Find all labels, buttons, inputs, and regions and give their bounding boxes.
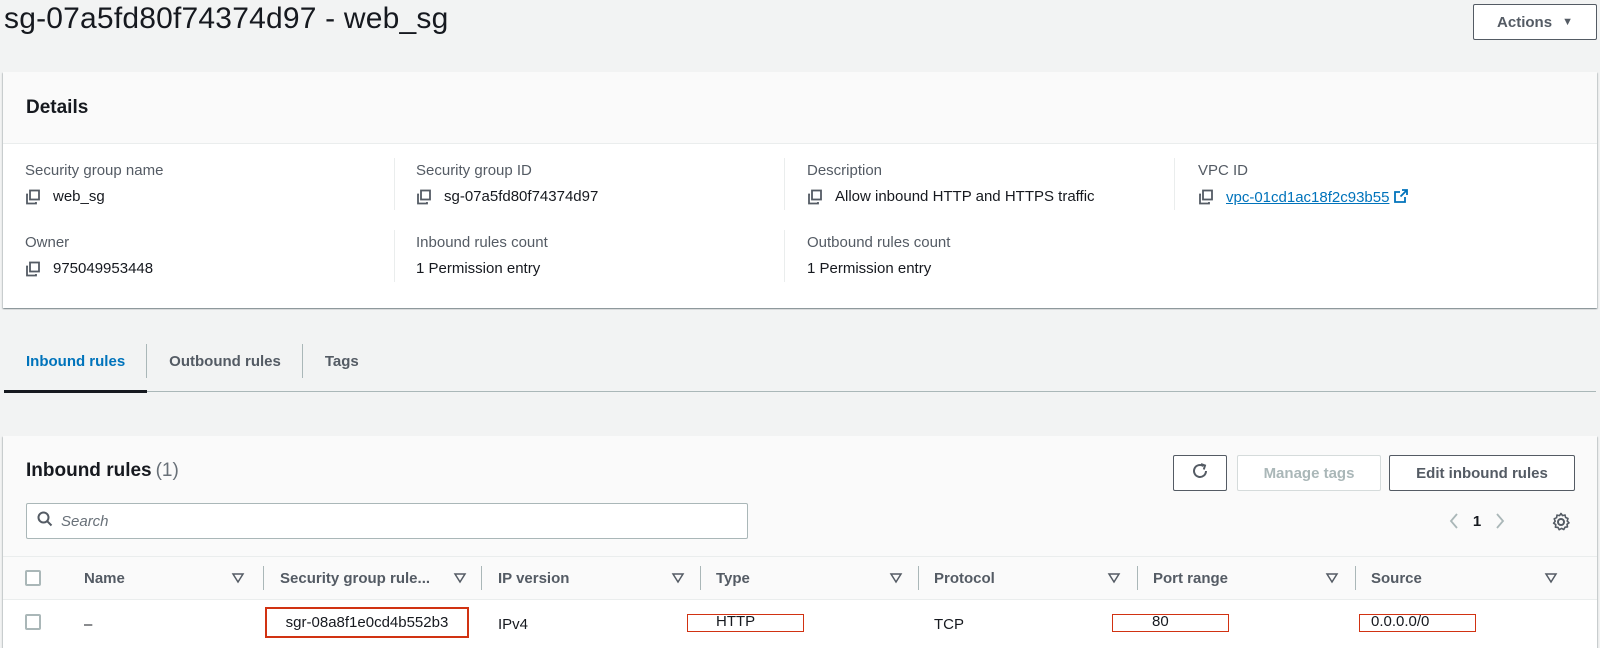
column-header-source[interactable]: Source bbox=[1371, 557, 1422, 599]
copy-icon[interactable] bbox=[25, 189, 41, 205]
search-icon bbox=[37, 511, 53, 532]
table-row[interactable]: – sgr-08a8f1e0cd4b552b3 IPv4 HTTP TCP 80… bbox=[3, 600, 1597, 648]
sort-caret-icon[interactable] bbox=[453, 571, 467, 585]
chevron-left-icon[interactable] bbox=[1446, 506, 1462, 536]
column-header-type[interactable]: Type bbox=[716, 557, 750, 599]
copy-icon[interactable] bbox=[1198, 189, 1214, 205]
column-divider bbox=[784, 230, 785, 282]
column-divider bbox=[784, 158, 785, 210]
cell-type: HTTP bbox=[687, 613, 804, 632]
page-number[interactable]: 1 bbox=[1462, 513, 1492, 530]
tab-outbound-rules[interactable]: Outbound rules bbox=[147, 340, 303, 392]
highlight-box bbox=[1112, 614, 1229, 632]
tab-bar: Inbound rules Outbound rules Tags bbox=[4, 340, 1596, 393]
sort-caret-icon[interactable] bbox=[1544, 571, 1558, 585]
field-label: VPC ID bbox=[1198, 162, 1249, 179]
settings-gear-icon[interactable] bbox=[1551, 512, 1571, 537]
inbound-rules-header: Inbound rules (1) Manage tags Edit inboun… bbox=[3, 436, 1597, 556]
cell-name: – bbox=[84, 615, 93, 633]
tab-inbound-rules[interactable]: Inbound rules bbox=[4, 340, 148, 393]
column-divider bbox=[394, 230, 395, 282]
field-description: Description Allow inbound HTTP and HTTPS… bbox=[807, 162, 1095, 205]
field-label: Inbound rules count bbox=[416, 234, 548, 251]
cell-protocol: TCP bbox=[934, 615, 964, 633]
security-group-id-value: sg-07a5fd80f74374d97 bbox=[444, 188, 599, 205]
field-inbound-rules-count: Inbound rules count 1 Permission entry bbox=[416, 234, 548, 277]
external-link-icon[interactable] bbox=[1393, 188, 1409, 204]
page-title: sg-07a5fd80f74374d97 - web_sg bbox=[4, 2, 449, 35]
details-header: Details bbox=[3, 72, 1597, 144]
field-owner: Owner 975049953448 bbox=[25, 234, 153, 277]
chevron-right-icon[interactable] bbox=[1492, 506, 1508, 536]
actions-button[interactable]: Actions ▼ bbox=[1473, 4, 1597, 40]
cell-ip-version: IPv4 bbox=[498, 615, 529, 633]
sort-caret-icon[interactable] bbox=[671, 571, 685, 585]
cell-rule-id: sgr-08a8f1e0cd4b552b3 bbox=[265, 607, 469, 638]
field-security-group-id: Security group ID sg-07a5fd80f74374d97 bbox=[416, 162, 598, 205]
column-divider bbox=[1174, 158, 1175, 210]
edit-inbound-rules-button[interactable]: Edit inbound rules bbox=[1389, 455, 1575, 491]
column-header-ip-version[interactable]: IP version bbox=[498, 557, 569, 599]
cell-source: 0.0.0.0/0 bbox=[1359, 613, 1476, 632]
cell-port-range: 80 bbox=[1112, 613, 1229, 632]
table-header: Name Security group rule... IP version T… bbox=[3, 556, 1597, 600]
caret-down-icon: ▼ bbox=[1562, 16, 1573, 28]
field-label: Owner bbox=[25, 234, 70, 251]
field-label: Description bbox=[807, 162, 883, 179]
owner-value: 975049953448 bbox=[53, 260, 154, 277]
pagination: 1 bbox=[1446, 506, 1508, 536]
details-panel: Details Security group name web_sg Secur… bbox=[3, 72, 1597, 308]
select-all-checkbox[interactable] bbox=[25, 570, 41, 586]
search-field[interactable] bbox=[26, 503, 748, 539]
field-label: Security group ID bbox=[416, 162, 532, 179]
sort-caret-icon[interactable] bbox=[1107, 571, 1121, 585]
rules-count: (1) bbox=[155, 460, 179, 481]
details-title: Details bbox=[26, 96, 89, 118]
field-security-group-name: Security group name web_sg bbox=[25, 162, 163, 205]
copy-icon[interactable] bbox=[807, 189, 823, 205]
refresh-button[interactable] bbox=[1173, 455, 1227, 491]
field-label: Outbound rules count bbox=[807, 234, 951, 251]
copy-icon[interactable] bbox=[416, 189, 432, 205]
description-value: Allow inbound HTTP and HTTPS traffic bbox=[835, 188, 1095, 205]
field-outbound-rules-count: Outbound rules count 1 Permission entry bbox=[807, 234, 950, 277]
tab-tags[interactable]: Tags bbox=[303, 340, 381, 392]
copy-icon[interactable] bbox=[25, 261, 41, 277]
outbound-count-value: 1 Permission entry bbox=[807, 260, 932, 277]
inbound-rules-panel: Inbound rules (1) Manage tags Edit inboun… bbox=[3, 436, 1597, 648]
manage-tags-button[interactable]: Manage tags bbox=[1237, 455, 1381, 491]
highlight-box bbox=[265, 607, 469, 638]
sort-caret-icon[interactable] bbox=[1325, 571, 1339, 585]
inbound-count-value: 1 Permission entry bbox=[416, 260, 541, 277]
column-header-port-range[interactable]: Port range bbox=[1153, 557, 1228, 599]
column-header-rule-id[interactable]: Security group rule... bbox=[280, 557, 430, 599]
column-header-protocol[interactable]: Protocol bbox=[934, 557, 995, 599]
search-input[interactable] bbox=[61, 512, 747, 530]
column-divider bbox=[394, 158, 395, 210]
security-group-name-value: web_sg bbox=[53, 188, 105, 205]
sort-caret-icon[interactable] bbox=[231, 571, 245, 585]
refresh-icon bbox=[1190, 461, 1210, 485]
actions-label: Actions bbox=[1497, 13, 1553, 31]
inbound-rules-title: Inbound rules (1) bbox=[26, 460, 179, 481]
row-checkbox[interactable] bbox=[25, 614, 41, 630]
sort-caret-icon[interactable] bbox=[889, 571, 903, 585]
field-vpc-id: VPC ID vpc-01cd1ac18f2c93b55 bbox=[1198, 162, 1409, 206]
field-label: Security group name bbox=[25, 162, 164, 179]
vpc-id-link[interactable]: vpc-01cd1ac18f2c93b55 bbox=[1226, 189, 1389, 206]
column-header-name[interactable]: Name bbox=[84, 557, 125, 599]
